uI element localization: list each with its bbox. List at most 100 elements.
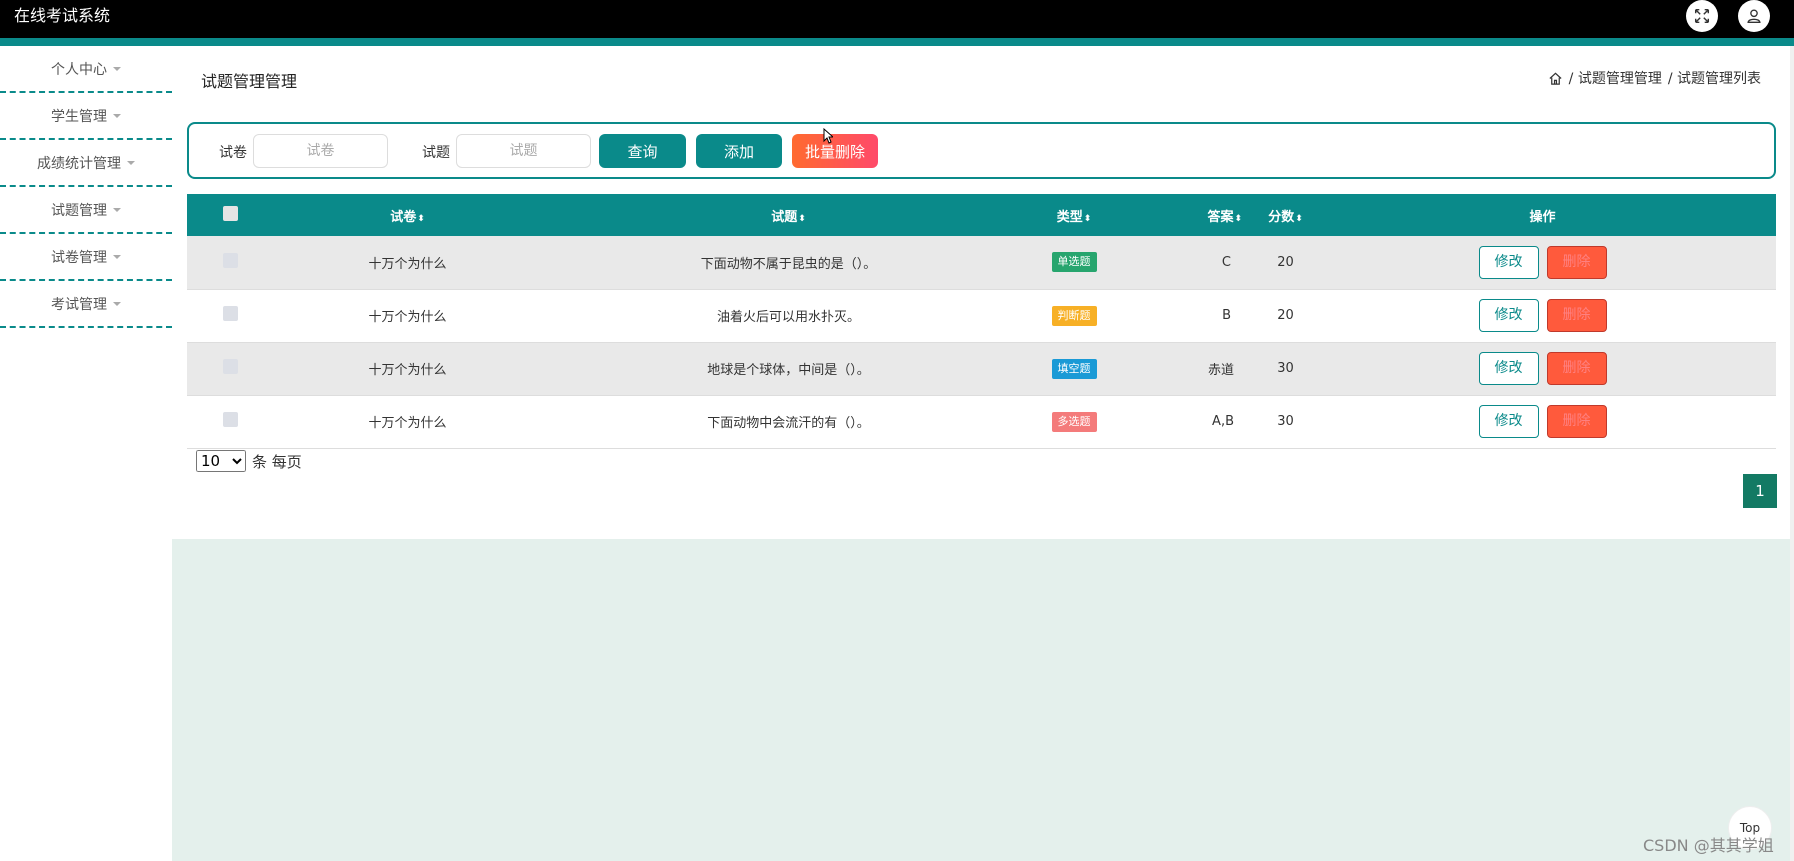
breadcrumb-item[interactable]: / 试题管理管理 [1569, 68, 1662, 88]
app-title: 在线考试系统 [14, 6, 111, 25]
question-label: 试题 [422, 145, 450, 161]
sort-icon[interactable]: ⬍ [1084, 214, 1092, 224]
header-label: 答案 [1207, 209, 1234, 225]
type-tag: 单选题 [1051, 252, 1097, 273]
type-tag: 多选题 [1051, 411, 1097, 432]
fullscreen-button[interactable] [1686, 0, 1718, 32]
table-header-row: 试卷⬍ 试题⬍ 类型⬍ 答案⬍ 分数⬍ 操作 [187, 194, 1776, 236]
column-header-paper[interactable]: 试卷⬍ [274, 194, 541, 236]
edit-button[interactable]: 修改 [1478, 352, 1539, 385]
table-row: 十万个为什么 油着火后可以用水扑灭。 判断题 B 20 修改 删除 [187, 289, 1776, 342]
cell-paper: 十万个为什么 [368, 416, 447, 431]
row-checkbox[interactable] [223, 306, 238, 321]
cell-answer: C [1221, 254, 1231, 270]
question-search-input[interactable] [456, 134, 591, 168]
questions-table: 试卷⬍ 试题⬍ 类型⬍ 答案⬍ 分数⬍ 操作 十万个为什么 下面动物不属于昆虫的… [187, 194, 1776, 449]
add-button[interactable]: 添加 [696, 134, 782, 168]
edit-button[interactable]: 修改 [1478, 405, 1539, 438]
column-header-answer[interactable]: 答案⬍ [1112, 194, 1262, 236]
user-button[interactable] [1738, 0, 1770, 32]
cell-score: 20 [1277, 308, 1294, 323]
paper-label: 试卷 [219, 145, 247, 161]
cell-paper: 十万个为什么 [368, 363, 447, 378]
mouse-cursor-icon [823, 128, 833, 144]
delete-button[interactable]: 删除 [1546, 405, 1607, 438]
top-accent-bar [0, 38, 1794, 46]
cell-score: 30 [1277, 361, 1294, 376]
type-tag: 填空题 [1051, 358, 1097, 379]
batch-delete-button[interactable]: 批量删除 [792, 134, 878, 168]
sidebar-item-personal-center[interactable]: 个人中心 [0, 46, 172, 93]
caret-down-icon [113, 207, 121, 212]
sidebar: 个人中心 学生管理 成绩统计管理 试题管理 试卷管理 考试管理 [0, 46, 172, 328]
sidebar-item-label: 试卷管理 [51, 249, 107, 266]
sidebar-item-exams[interactable]: 考试管理 [0, 281, 172, 328]
home-icon[interactable] [1548, 71, 1563, 86]
delete-button[interactable]: 删除 [1546, 352, 1607, 385]
caret-down-icon [113, 254, 121, 259]
row-checkbox[interactable] [223, 412, 238, 427]
cell-paper: 十万个为什么 [368, 256, 447, 272]
header-select-all[interactable] [187, 194, 274, 236]
column-header-score[interactable]: 分数⬍ [1262, 194, 1309, 236]
paper-search-input[interactable] [253, 134, 388, 168]
sidebar-item-papers[interactable]: 试卷管理 [0, 234, 172, 281]
page-number-button[interactable]: 1 [1743, 474, 1777, 508]
header-label: 操作 [1529, 209, 1556, 225]
caret-down-icon [127, 160, 135, 165]
sidebar-item-students[interactable]: 学生管理 [0, 93, 172, 140]
table-row: 十万个为什么 下面动物中会流汗的有（）。 多选题 A,B 30 修改 删除 [187, 395, 1776, 448]
cell-answer: B [1222, 308, 1231, 323]
table-row: 十万个为什么 下面动物不属于昆虫的是（）。 单选题 C 20 修改 删除 [187, 236, 1776, 289]
top-bar: 在线考试系统 [0, 0, 1794, 38]
sort-icon[interactable]: ⬍ [417, 214, 425, 224]
column-header-question[interactable]: 试题⬍ [541, 194, 1036, 236]
delete-button[interactable]: 删除 [1546, 245, 1607, 279]
user-icon [1747, 9, 1761, 23]
column-header-type[interactable]: 类型⬍ [1036, 194, 1112, 236]
cell-score: 30 [1277, 414, 1294, 429]
header-label: 分数 [1268, 209, 1295, 225]
select-all-checkbox[interactable] [223, 205, 238, 221]
delete-button[interactable]: 删除 [1546, 299, 1607, 332]
sidebar-item-score-stats[interactable]: 成绩统计管理 [0, 140, 172, 187]
cell-question: 地球是个球体，中间是（）。 [707, 363, 870, 378]
cell-question: 下面动物中会流汗的有（）。 [707, 416, 870, 431]
header-label: 试卷 [390, 209, 417, 225]
page-size-select[interactable]: 10 [196, 450, 246, 472]
watermark: CSDN @其其学姐 [1643, 836, 1774, 855]
cell-score: 20 [1277, 254, 1294, 270]
caret-down-icon [113, 113, 121, 118]
breadcrumb: / 试题管理管理 / 试题管理列表 [1548, 68, 1761, 88]
query-button[interactable]: 查询 [599, 134, 686, 168]
cell-answer: A,B [1212, 414, 1234, 429]
sort-icon[interactable]: ⬍ [1295, 214, 1303, 224]
cell-question: 下面动物不属于昆虫的是（）。 [700, 256, 877, 272]
sidebar-item-label: 个人中心 [51, 61, 107, 78]
sidebar-item-label: 学生管理 [51, 108, 107, 125]
page-title: 试题管理管理 [201, 72, 298, 91]
caret-down-icon [113, 301, 121, 306]
column-header-actions: 操作 [1309, 194, 1776, 236]
cell-answer: 赤道 [1207, 363, 1234, 378]
sidebar-item-label: 试题管理 [51, 202, 107, 219]
sort-icon[interactable]: ⬍ [798, 214, 806, 224]
scrollbar[interactable] [1790, 46, 1794, 861]
cell-question: 油着火后可以用水扑灭。 [716, 310, 860, 325]
edit-button[interactable]: 修改 [1478, 299, 1539, 332]
sort-icon[interactable]: ⬍ [1234, 214, 1242, 224]
header-label: 试题 [771, 209, 798, 225]
edit-button[interactable]: 修改 [1478, 245, 1539, 279]
sidebar-item-label: 考试管理 [51, 296, 107, 313]
cell-paper: 十万个为什么 [368, 310, 447, 325]
search-panel: 试卷 试题 查询 添加 批量删除 [187, 122, 1776, 179]
breadcrumb-item-current: / 试题管理列表 [1667, 71, 1761, 87]
table-row: 十万个为什么 地球是个球体，中间是（）。 填空题 赤道 30 修改 删除 [187, 342, 1776, 395]
row-checkbox[interactable] [223, 359, 238, 374]
fullscreen-icon [1694, 8, 1710, 24]
page-size-control: 10 条 每页 [196, 450, 302, 472]
sidebar-item-questions[interactable]: 试题管理 [0, 187, 172, 234]
type-tag: 判断题 [1051, 305, 1097, 326]
row-checkbox[interactable] [223, 252, 238, 268]
sidebar-item-label: 成绩统计管理 [37, 155, 121, 172]
